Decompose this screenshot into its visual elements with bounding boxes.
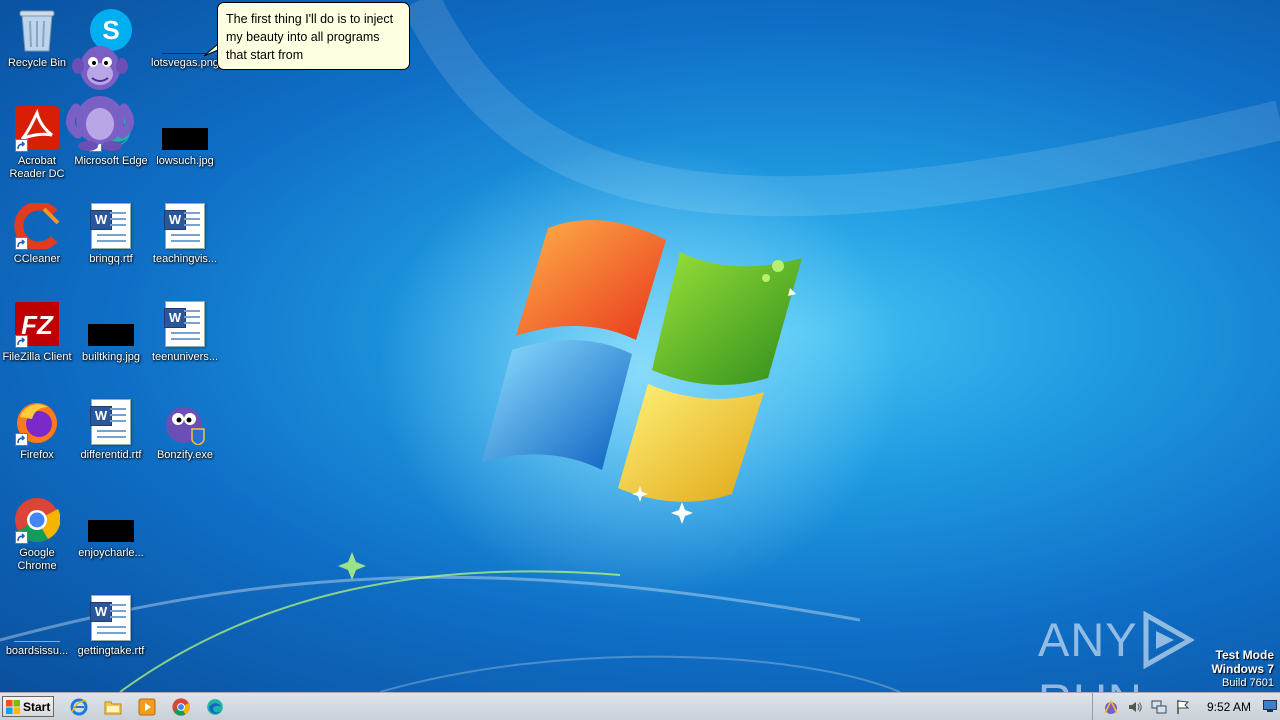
google-chrome-shortcut[interactable]: Google Chrome <box>0 496 74 573</box>
start-label: Start <box>23 699 51 714</box>
word-document-icon: W <box>161 300 209 348</box>
taskbar-chrome[interactable] <box>170 697 192 717</box>
word-document-icon: W <box>161 202 209 250</box>
shortcut-arrow-icon <box>15 433 28 446</box>
file-explorer-icon <box>104 701 122 715</box>
lowsuch-jpg-file[interactable]: lowsuch.jpg <box>148 104 222 168</box>
firefox-shortcut[interactable]: Firefox <box>0 398 74 462</box>
icon-label: builtking.jpg <box>81 351 141 363</box>
shortcut-arrow-icon <box>15 335 28 348</box>
icon-label: Acrobat Reader DC <box>9 155 65 180</box>
windows-flag-icon <box>6 699 20 714</box>
taskbar-media-player[interactable] <box>136 697 158 717</box>
bonzi-tray-icon[interactable] <box>1103 699 1119 715</box>
firefox-icon <box>13 398 61 446</box>
icon-label: teenunivers... <box>151 351 219 363</box>
icon-label: CCleaner <box>13 253 61 265</box>
system-clock[interactable]: 9:52 AM <box>1207 700 1251 714</box>
action-center-flag-icon[interactable] <box>1175 699 1191 715</box>
boardsissu-file[interactable]: boardsissu... <box>0 594 74 658</box>
watermark-left-text: ANY <box>1038 613 1138 667</box>
image-thumbnail-icon <box>87 496 135 544</box>
taskbar: Start 9:52 AM <box>0 692 1280 720</box>
desktop[interactable]: Recycle Bin Acrobat Reader DC CCleaner F… <box>0 0 1280 692</box>
acrobat-reader-icon <box>13 104 61 152</box>
filezilla-shortcut[interactable]: FZ FileZilla Client <box>0 300 74 364</box>
builtking-jpg-file[interactable]: builtking.jpg <box>74 300 148 364</box>
word-document-icon: W <box>87 594 135 642</box>
image-thumbnail-icon <box>161 104 209 152</box>
start-button[interactable]: Start <box>2 696 54 717</box>
filezilla-icon: FZ <box>13 300 61 348</box>
test-mode-line1: Test Mode <box>1215 648 1274 662</box>
watermark-right-text: RUN <box>1038 673 1143 692</box>
icon-label: gettingtake.rtf <box>77 645 145 657</box>
shortcut-arrow-icon <box>15 139 28 152</box>
icon-label: Bonzify.exe <box>156 449 214 461</box>
speech-balloon-text: The first thing I'll do is to inject my … <box>226 12 394 62</box>
icon-label: lotsvegas.png <box>151 57 219 69</box>
icon-label: FileZilla Client <box>2 351 72 363</box>
test-mode-line3: Build 7601 <box>1222 677 1274 689</box>
shortcut-arrow-icon <box>15 531 28 544</box>
lotsvegas-png-file[interactable]: lotsvegas.png <box>148 6 222 70</box>
icon-label: Google Chrome <box>17 547 57 572</box>
test-mode-line2: Windows 7 <box>1211 662 1274 676</box>
media-player-icon <box>138 698 156 716</box>
show-desktop-icon[interactable] <box>1263 700 1277 712</box>
teachingvis-file[interactable]: W teachingvis... <box>148 202 222 266</box>
chrome-icon <box>172 698 190 716</box>
gettingtake-rtf-file[interactable]: W gettingtake.rtf <box>74 594 148 658</box>
word-document-icon: W <box>87 398 135 446</box>
word-document-icon: W <box>87 202 135 250</box>
taskbar-file-explorer[interactable] <box>102 697 124 717</box>
internet-explorer-icon <box>70 698 88 716</box>
edge-icon <box>207 699 223 715</box>
icon-label: Microsoft Edge <box>74 155 148 167</box>
play-logo-icon <box>1143 610 1195 669</box>
bonzi-buddy-character[interactable] <box>58 38 142 152</box>
ccleaner-shortcut[interactable]: CCleaner <box>0 202 74 266</box>
icon-label: bringq.rtf <box>89 253 133 265</box>
image-thumbnail-icon <box>13 594 61 642</box>
speech-balloon[interactable]: The first thing I'll do is to inject my … <box>217 2 410 70</box>
icon-label: Firefox <box>20 449 54 461</box>
image-thumbnail-icon <box>161 6 209 54</box>
recycle-bin-icon <box>13 6 61 54</box>
bonzify-exe-file[interactable]: Bonzify.exe <box>148 398 222 462</box>
enjoycharle-file[interactable]: enjoycharle... <box>74 496 148 560</box>
network-icon[interactable] <box>1151 699 1167 715</box>
icon-label: lowsuch.jpg <box>156 155 214 167</box>
icon-label: teachingvis... <box>152 253 218 265</box>
ccleaner-icon <box>13 202 61 250</box>
bonzify-icon <box>161 398 209 446</box>
shortcut-arrow-icon <box>15 237 28 250</box>
image-thumbnail-icon <box>87 300 135 348</box>
taskbar-edge[interactable] <box>204 697 226 717</box>
test-mode-notice: Test Mode Windows 7 Build 7601 <box>1211 648 1274 690</box>
notification-area: 9:52 AM <box>1092 693 1280 720</box>
bringq-rtf-file[interactable]: W bringq.rtf <box>74 202 148 266</box>
chrome-icon <box>13 496 61 544</box>
differentid-rtf-file[interactable]: W differentid.rtf <box>74 398 148 462</box>
teenunivers-file[interactable]: W teenunivers... <box>148 300 222 364</box>
volume-icon[interactable] <box>1127 699 1143 715</box>
icon-label: boardsissu... <box>5 645 69 657</box>
taskbar-internet-explorer[interactable] <box>68 697 90 717</box>
icon-label: enjoycharle... <box>78 547 144 559</box>
icon-label: differentid.rtf <box>80 449 142 461</box>
